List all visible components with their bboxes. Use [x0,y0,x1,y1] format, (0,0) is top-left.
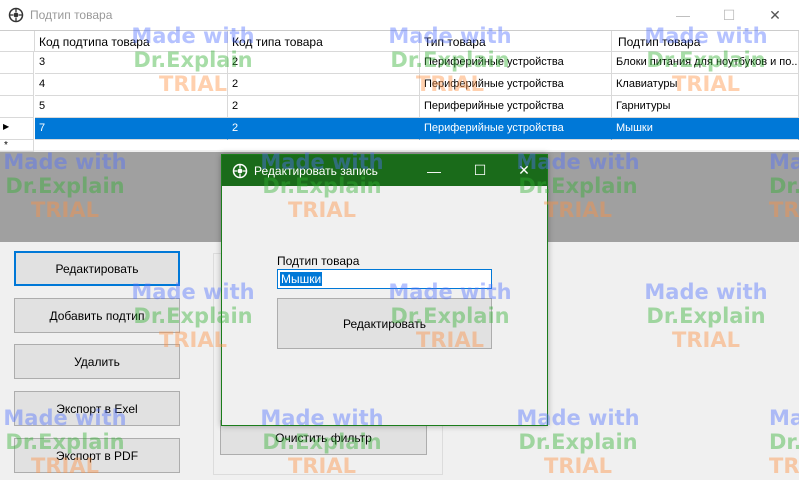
cell-type[interactable]: Периферийные устройства [420,74,612,96]
dialog-app-icon [232,163,248,179]
trial-watermark: Made withDr.ExplainTRIAL [769,406,799,478]
watermark-line: Made with [769,406,799,430]
row-header-new[interactable]: * [0,140,34,152]
edit-dialog: Редактировать запись — ☐ ✕ Подтип товара… [221,154,548,426]
watermark-line: TRIAL [769,454,799,478]
cell-subtype[interactable]: Блоки питания для ноутбуков и по... [612,52,799,74]
watermark-line: Made with [644,280,768,304]
table-row[interactable]: 5 2 Периферийные устройства Гарнитуры [0,96,799,118]
watermark-line: Dr.Explain [518,430,638,454]
dialog-edit-button[interactable]: Редактировать [277,298,492,349]
grid-corner [0,31,35,52]
close-button[interactable]: ✕ [752,0,798,30]
close-icon: ✕ [518,162,530,178]
close-icon: ✕ [769,6,781,23]
watermark-line: Dr.Explain [646,304,766,328]
new-row-icon: * [4,140,8,151]
column-header-subtype-code[interactable]: Код подтипа товара [35,31,228,52]
current-row-icon: ▶ [3,122,10,131]
cell-type-code[interactable]: 2 [228,118,420,140]
cell-subtype[interactable]: Мышки [612,118,799,140]
dialog-titlebar[interactable]: Редактировать запись — ☐ ✕ [222,155,547,186]
subtype-field-label: Подтип товара [277,254,360,268]
cell-subtype-code[interactable]: 3 [35,52,228,74]
dialog-close-button[interactable]: ✕ [501,155,547,186]
dialog-maximize-button[interactable]: ☐ [457,155,503,186]
column-header-type[interactable]: Тип товара [420,31,612,52]
dialog-title: Редактировать запись [254,164,378,178]
maximize-icon: ☐ [473,162,487,178]
row-header-current[interactable]: ▶ [0,118,34,140]
cell-subtype-code[interactable]: 5 [35,96,228,118]
add-subtype-button[interactable]: Добавить подтип [14,298,180,333]
cell-subtype[interactable]: Гарнитуры [612,96,799,118]
table-row[interactable]: 4 2 Периферийные устройства Клавиатуры [0,74,799,96]
delete-button[interactable]: Удалить [14,344,180,379]
edit-button[interactable]: Редактировать [14,251,180,286]
cell-type[interactable]: Периферийные устройства [420,52,612,74]
minimize-icon: — [676,7,690,23]
maximize-button[interactable]: ☐ [706,0,752,30]
dialog-minimize-button[interactable]: — [411,155,457,186]
new-row[interactable]: * [0,140,799,152]
column-header-subtype[interactable]: Подтип товара [612,31,799,52]
cell-subtype-code[interactable]: 7 [35,118,228,140]
minimize-button[interactable]: — [660,0,706,30]
trial-watermark: Made withDr.ExplainTRIAL [641,280,771,352]
watermark-line: TRIAL [672,328,740,352]
row-header[interactable] [0,74,34,96]
row-header[interactable] [0,52,34,74]
subtype-input-value: Мышки [280,272,323,286]
table-row[interactable]: 3 2 Периферийные устройства Блоки питани… [0,52,799,74]
cell-subtype[interactable]: Клавиатуры [612,74,799,96]
cell-type-code[interactable]: 2 [228,52,420,74]
cell-subtype-code[interactable]: 4 [35,74,228,96]
column-header-type-code[interactable]: Код типа товара [228,31,420,52]
export-excel-button[interactable]: Экспорт в Exel [14,391,180,426]
app-icon [8,7,24,23]
row-header[interactable] [0,96,34,118]
watermark-line: Dr.Explain [769,430,799,454]
maximize-icon: ☐ [722,6,736,23]
window-title: Подтип товара [30,8,113,22]
table-row-selected[interactable]: ▶ 7 2 Периферийные устройства Мышки [0,118,799,140]
cell-type-code[interactable]: 2 [228,96,420,118]
data-grid[interactable]: Код подтипа товара Код типа товара Тип т… [0,30,799,152]
cell-type[interactable]: Периферийные устройства [420,118,612,140]
subtype-input[interactable]: Мышки [277,269,492,289]
export-pdf-button[interactable]: Экспорт в PDF [14,438,180,473]
cell-type[interactable]: Периферийные устройства [420,96,612,118]
cell-type-code[interactable]: 2 [228,74,420,96]
minimize-icon: — [427,162,441,179]
main-titlebar: Подтип товара — ☐ ✕ [0,0,799,30]
watermark-line: TRIAL [544,454,612,478]
